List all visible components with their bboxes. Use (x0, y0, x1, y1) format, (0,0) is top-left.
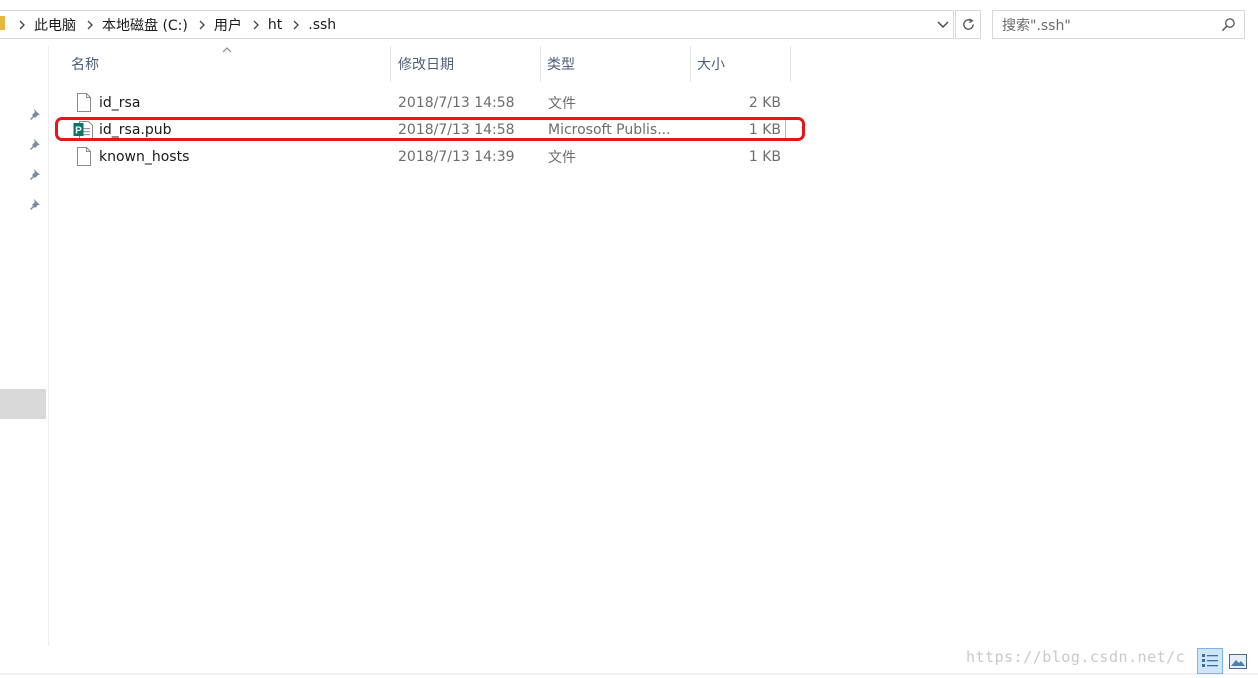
breadcrumb: 此电脑 本地磁盘 (C:) 用户 ht .ssh (12, 11, 340, 38)
breadcrumb-item-local-disk[interactable]: 本地磁盘 (C:) (100, 15, 192, 35)
nav-item-selected[interactable] (0, 389, 46, 419)
refresh-icon (962, 18, 974, 30)
pin-icon[interactable] (29, 138, 41, 150)
watermark-text: https://blog.csdn.net/c (966, 648, 1186, 666)
large-icons-view-icon (1229, 653, 1247, 669)
file-row[interactable]: known_hosts 2018/7/13 14:39 文件 1 KB (63, 143, 801, 170)
chevron-right-icon[interactable] (192, 11, 212, 38)
pane-divider (48, 46, 49, 646)
search-input[interactable]: 搜索".ssh" (992, 10, 1245, 39)
file-date: 2018/7/13 14:39 (398, 148, 515, 165)
column-header-name-label: 名称 (71, 57, 99, 73)
blank-file-icon (77, 93, 91, 112)
file-date: 2018/7/13 14:58 (398, 94, 515, 111)
navigation-pane[interactable] (0, 46, 47, 666)
status-bar-divider (0, 673, 1258, 675)
column-header-size-label: 大小 (697, 57, 725, 73)
refresh-button[interactable] (955, 10, 981, 39)
chevron-down-icon[interactable] (933, 11, 953, 38)
pin-icon[interactable] (29, 108, 41, 120)
column-headers: 名称 修改日期 类型 大小 (49, 46, 792, 82)
file-size: 2 KB (748, 94, 781, 111)
search-placeholder: 搜索".ssh" (1002, 17, 1071, 34)
column-divider[interactable] (390, 46, 391, 82)
column-header-type[interactable]: 类型 (547, 46, 689, 82)
column-header-date-label: 修改日期 (398, 57, 454, 73)
column-header-type-label: 类型 (547, 57, 575, 73)
highlight-annotation (55, 117, 805, 141)
column-header-name[interactable]: 名称 (71, 46, 389, 82)
column-header-size[interactable]: 大小 (697, 46, 791, 82)
column-header-date[interactable]: 修改日期 (398, 46, 540, 82)
column-divider[interactable] (540, 46, 541, 82)
large-icons-view-button[interactable] (1226, 650, 1250, 672)
chevron-right-icon[interactable] (246, 11, 266, 38)
pin-icon[interactable] (29, 198, 41, 210)
chevron-right-icon[interactable] (286, 11, 306, 38)
details-view-button[interactable] (1197, 648, 1223, 674)
folder-icon (0, 16, 5, 30)
search-icon[interactable] (1221, 17, 1236, 32)
chevron-right-icon[interactable] (12, 11, 32, 38)
file-row[interactable]: id_rsa 2018/7/13 14:58 文件 2 KB (63, 89, 801, 116)
breadcrumb-item-this-pc[interactable]: 此电脑 (32, 15, 80, 35)
file-type: 文件 (548, 149, 576, 166)
file-name: id_rsa (99, 94, 141, 111)
breadcrumb-item-ht[interactable]: ht (266, 17, 286, 33)
file-type: 文件 (548, 95, 576, 112)
file-name: known_hosts (99, 148, 190, 165)
pin-icon[interactable] (29, 168, 41, 180)
address-bar[interactable]: 此电脑 本地磁盘 (C:) 用户 ht .ssh (0, 10, 954, 39)
details-view-icon (1202, 654, 1218, 667)
column-divider[interactable] (690, 46, 691, 82)
column-divider[interactable] (790, 46, 791, 82)
file-size: 1 KB (748, 148, 781, 165)
chevron-right-icon[interactable] (80, 11, 100, 38)
blank-file-icon (77, 147, 91, 166)
breadcrumb-item-ssh[interactable]: .ssh (306, 17, 340, 33)
breadcrumb-item-users[interactable]: 用户 (212, 15, 246, 35)
